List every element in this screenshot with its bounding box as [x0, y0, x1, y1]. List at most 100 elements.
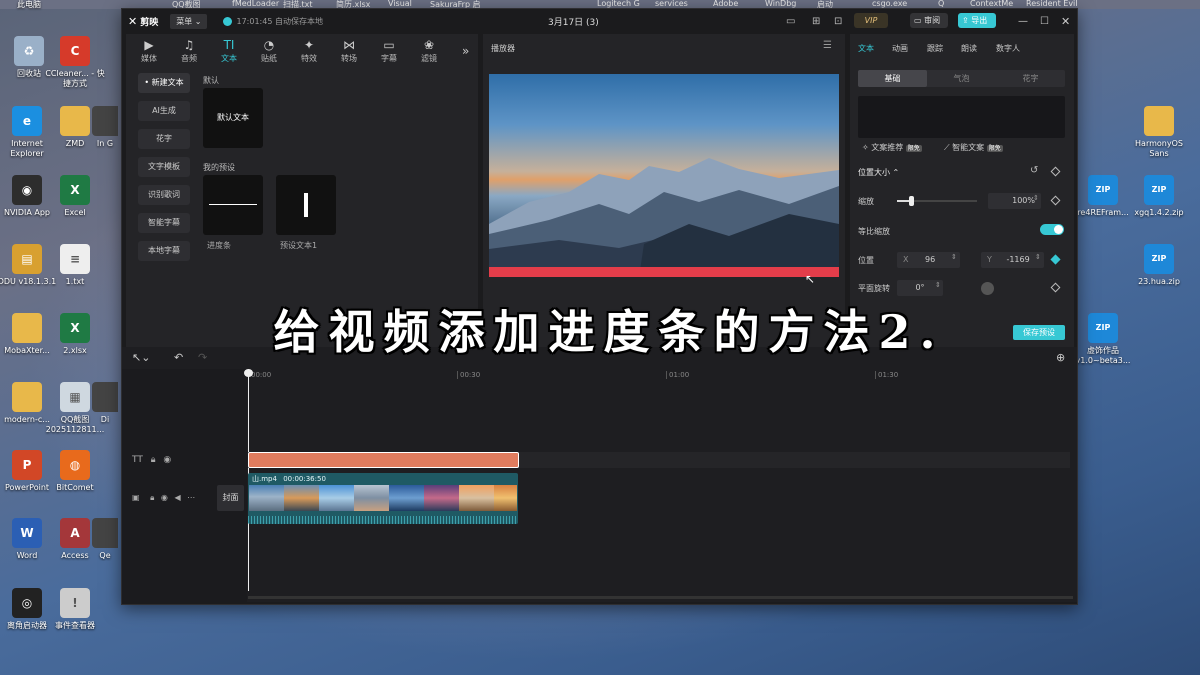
- taskbar-item[interactable]: Adobe: [713, 0, 738, 8]
- expand-toolbar-icon[interactable]: »: [462, 44, 469, 58]
- text-sidebar-item[interactable]: AI生成: [138, 101, 190, 121]
- audio-icon[interactable]: ◀: [174, 493, 180, 502]
- desktop-icon[interactable]: ≡ 1.txt: [44, 244, 106, 287]
- zoom-icon[interactable]: ⊡: [834, 16, 842, 27]
- taskbar-item[interactable]: Visual: [388, 0, 412, 8]
- text-input-box[interactable]: [858, 96, 1065, 138]
- review-button[interactable]: ▭ 审阅: [910, 13, 948, 28]
- rotate-keyframe-icon[interactable]: [1050, 282, 1061, 293]
- zoom-in-icon[interactable]: ⊕: [1056, 351, 1065, 364]
- close-icon[interactable]: ✕: [1061, 15, 1070, 28]
- preset-progress-bar-card[interactable]: [203, 175, 263, 235]
- player-menu-icon[interactable]: ☰: [823, 40, 832, 51]
- scale-keyframe-icon[interactable]: [1050, 195, 1061, 206]
- text-sidebar-item[interactable]: 文字模板: [138, 157, 190, 177]
- cover-button[interactable]: 封面: [217, 485, 244, 511]
- scale-slider[interactable]: [897, 196, 977, 206]
- timeline-scrollbar[interactable]: [248, 596, 1073, 599]
- taskbar-item[interactable]: Resident Evil: [1026, 0, 1078, 8]
- inspector-tab[interactable]: 跟踪: [927, 43, 943, 54]
- taskbar-item[interactable]: Logitech G: [597, 0, 640, 8]
- desktop-icon[interactable]: ZIP re4REFram...: [1072, 175, 1134, 218]
- preset-text-card[interactable]: [276, 175, 336, 235]
- eye-icon-2[interactable]: ◉: [161, 493, 168, 502]
- rotate-dial-icon[interactable]: [981, 282, 994, 295]
- scale-stepper-icon[interactable]: ⇕: [1033, 194, 1039, 202]
- smart-text-button[interactable]: ⟋ 智能文案 限免: [944, 142, 1003, 153]
- desktop-icon-label: 1.txt: [65, 277, 85, 286]
- video-preview[interactable]: [489, 74, 839, 277]
- layout-icon[interactable]: ▭: [786, 16, 795, 27]
- reset-icon[interactable]: ↺: [1030, 165, 1038, 176]
- uniform-scale-toggle[interactable]: [1040, 224, 1064, 235]
- taskbar-item[interactable]: ContextMe: [970, 0, 1013, 8]
- inspector-subtab[interactable]: 气泡: [927, 70, 996, 87]
- text-sidebar-item[interactable]: 识别歌词: [138, 185, 190, 205]
- more-icon[interactable]: ⋯: [187, 493, 195, 502]
- tab-transitions[interactable]: ⋈ 转场: [332, 38, 366, 64]
- text-recommend-button[interactable]: ✧ 文案推荐 限免: [862, 142, 922, 153]
- tab-sticker[interactable]: ◔ 贴纸: [252, 38, 286, 64]
- desktop-icon[interactable]: HarmonyOS Sans: [1128, 106, 1190, 159]
- x-stepper-icon[interactable]: ⇕: [951, 253, 957, 261]
- desktop-icon[interactable]: In G: [92, 106, 118, 149]
- inspector-subtab[interactable]: 花字: [996, 70, 1065, 87]
- inspector-subtab[interactable]: 基础: [858, 70, 927, 87]
- desktop-icon[interactable]: ZIP 23.hua.zip: [1128, 244, 1190, 287]
- desktop-icon[interactable]: Qe: [92, 518, 118, 561]
- desktop-icon[interactable]: X 2.xlsx: [44, 313, 106, 356]
- save-preset-button[interactable]: 保存预设: [1013, 325, 1065, 340]
- section-title: 位置大小: [858, 168, 890, 177]
- taskbar-item[interactable]: services: [655, 0, 688, 8]
- eye-icon[interactable]: ◉: [163, 455, 171, 465]
- desktop-icon-label: xgq1.4.2.zip: [1134, 208, 1184, 217]
- inspector-tab[interactable]: 文本: [858, 43, 874, 54]
- wand-icon: ⟋: [944, 143, 950, 152]
- lock-icon-2[interactable]: 🔒︎: [150, 493, 154, 502]
- inspector-tab[interactable]: 朗读: [961, 43, 977, 54]
- desktop-icon[interactable]: ▭此电脑: [0, 0, 60, 10]
- maximize-icon[interactable]: ☐: [1040, 16, 1049, 27]
- desktop-icon[interactable]: Di: [92, 382, 118, 425]
- text-sidebar-item[interactable]: • 新建文本: [138, 73, 190, 93]
- tab-text[interactable]: TI 文本: [212, 38, 246, 64]
- tab-filters[interactable]: ❀ 滤镜: [412, 38, 446, 64]
- minimize-icon[interactable]: —: [1018, 16, 1028, 27]
- text-clip[interactable]: [248, 452, 519, 468]
- text-sidebar-item[interactable]: 智能字幕: [138, 213, 190, 233]
- export-button[interactable]: ⇪ 导出: [958, 13, 996, 28]
- default-text-card[interactable]: 默认文本: [203, 88, 263, 148]
- taskbar-item[interactable]: Q: [938, 0, 944, 8]
- taskbar-item[interactable]: fMedLoader: [232, 0, 279, 8]
- project-title[interactable]: 3月17日 (3): [548, 15, 599, 28]
- lock-icon[interactable]: 🔒︎: [151, 455, 156, 465]
- tab-effects[interactable]: ✦ 特效: [292, 38, 326, 64]
- scale-slider-thumb[interactable]: [909, 196, 915, 206]
- desktop-icon[interactable]: ZIP xgq1.4.2.zip: [1128, 175, 1190, 218]
- desktop-icon[interactable]: ◍ BitComet: [44, 450, 106, 493]
- chevron-up-icon[interactable]: ⌃: [893, 168, 900, 177]
- vip-button[interactable]: VIP: [854, 13, 888, 28]
- redo-icon[interactable]: ↷: [198, 351, 207, 364]
- desktop-icon[interactable]: C CCleaner... - 快捷方式: [44, 36, 106, 89]
- rotate-stepper-icon[interactable]: ⇕: [935, 281, 941, 289]
- tab-audio[interactable]: ♫ 音频: [172, 38, 206, 64]
- desktop-icon[interactable]: ZIP 虚饰作品 v1.0~beta3...: [1072, 313, 1134, 366]
- grid-icon[interactable]: ⊞: [812, 16, 820, 27]
- taskbar-item[interactable]: WinDbg: [765, 0, 796, 8]
- text-sidebar-item[interactable]: 花字: [138, 129, 190, 149]
- position-keyframe-icon[interactable]: [1050, 254, 1061, 265]
- desktop-icon[interactable]: X Excel: [44, 175, 106, 218]
- y-stepper-icon[interactable]: ⇕: [1035, 253, 1041, 261]
- inspector-tab[interactable]: 数字人: [996, 43, 1020, 54]
- keyframe-icon[interactable]: [1050, 166, 1061, 177]
- text-sidebar-item[interactable]: 本地字幕: [138, 241, 190, 261]
- undo-icon[interactable]: ↶: [174, 351, 183, 364]
- inspector-tab[interactable]: 动画: [892, 43, 908, 54]
- select-tool-icon[interactable]: ↖⌄: [132, 351, 150, 364]
- tab-captions[interactable]: ▭ 字幕: [372, 38, 406, 64]
- menu-button[interactable]: 菜单 ⌄: [170, 13, 208, 29]
- tab-media[interactable]: ▶ 媒体: [132, 38, 166, 64]
- taskbar-item[interactable]: csgo.exe: [872, 0, 907, 8]
- desktop-icon[interactable]: ! 事件查看器: [44, 588, 106, 631]
